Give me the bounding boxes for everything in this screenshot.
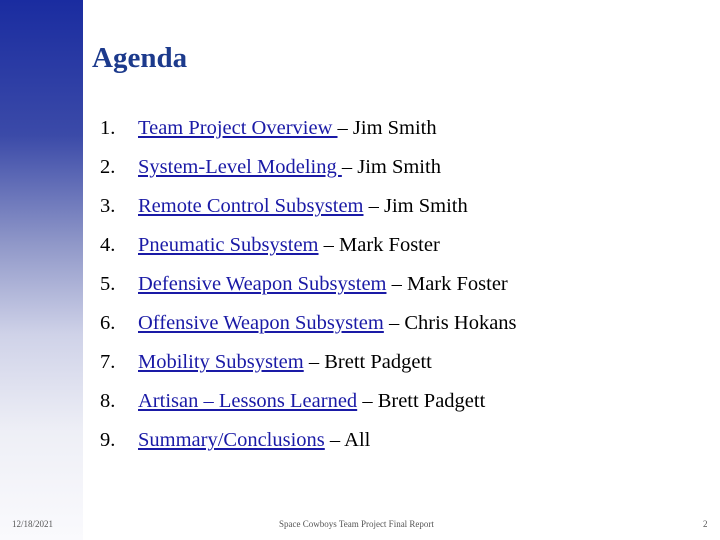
agenda-item: 9. Summary/Conclusions – All: [100, 427, 517, 466]
agenda-link[interactable]: System-Level Modeling: [138, 156, 342, 178]
agenda-link[interactable]: Defensive Weapon Subsystem: [138, 273, 386, 295]
presenter: – All: [324, 429, 371, 451]
item-number: 4.: [100, 234, 116, 256]
agenda-item: 3. Remote Control Subsystem – Jim Smith: [100, 193, 517, 232]
agenda-item: 8. Artisan – Lessons Learned – Brett Padg…: [100, 388, 517, 427]
item-number: 7.: [100, 351, 116, 373]
agenda-link[interactable]: Artisan – Lessons Learned: [138, 390, 357, 412]
agenda-link[interactable]: Team Project Overview: [138, 117, 338, 139]
agenda-link[interactable]: Pneumatic Subsystem: [138, 234, 319, 256]
presenter: – Brett Padgett: [303, 351, 432, 373]
footer-title: Space Cowboys Team Project Final Report: [279, 519, 434, 529]
item-number: 1.: [100, 117, 116, 139]
agenda-link[interactable]: Mobility Subsystem: [138, 351, 304, 373]
agenda-link[interactable]: Offensive Weapon Subsystem: [138, 312, 384, 334]
agenda-item: 1. Team Project Overview – Jim Smith: [100, 115, 517, 154]
agenda-item: 2. System-Level Modeling – Jim Smith: [100, 154, 517, 193]
footer-date: 12/18/2021: [12, 519, 54, 529]
agenda-list: 1. Team Project Overview – Jim Smith 2. Sy…: [100, 115, 517, 466]
item-number: 3.: [100, 195, 116, 217]
agenda-link[interactable]: Summary/Conclusions: [138, 429, 325, 451]
sidebar-gradient-bar: [0, 0, 83, 540]
presenter: – Jim Smith: [363, 195, 468, 217]
item-number: 2.: [100, 156, 116, 178]
presenter: – Mark Foster: [386, 273, 508, 295]
agenda-item: 6. Offensive Weapon Subsystem – Chris Hok…: [100, 310, 517, 349]
item-number: 8.: [100, 390, 116, 412]
slide-title: Agenda: [92, 42, 188, 74]
agenda-item: 4. Pneumatic Subsystem – Mark Foster: [100, 232, 517, 271]
item-number: 5.: [100, 273, 116, 295]
presenter: – Jim Smith: [337, 117, 437, 139]
agenda-link[interactable]: Remote Control Subsystem: [138, 195, 364, 217]
agenda-item: 7. Mobility Subsystem – Brett Padgett: [100, 349, 517, 388]
item-number: 6.: [100, 312, 116, 334]
presenter: – Jim Smith: [341, 156, 441, 178]
presenter: – Chris Hokans: [383, 312, 517, 334]
presenter: – Brett Padgett: [357, 390, 486, 412]
presenter: – Mark Foster: [318, 234, 440, 256]
item-number: 9.: [100, 429, 116, 451]
page-number: 2: [703, 519, 708, 529]
agenda-item: 5. Defensive Weapon Subsystem – Mark Fost…: [100, 271, 517, 310]
